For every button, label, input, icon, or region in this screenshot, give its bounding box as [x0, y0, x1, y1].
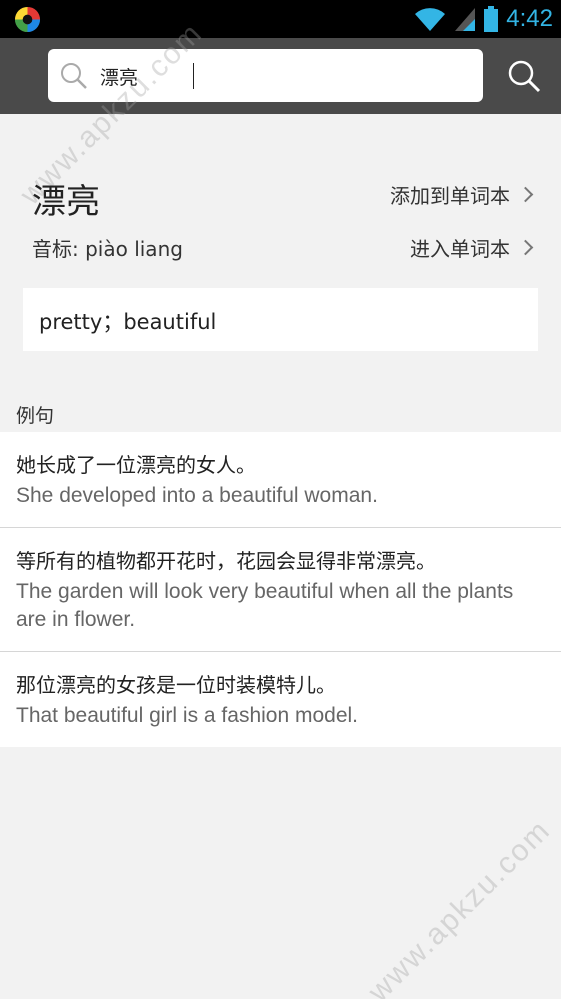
search-button[interactable]	[507, 59, 541, 93]
open-wordbook-link[interactable]: 进入单词本	[410, 233, 534, 262]
example-english: The garden will look very beautiful when…	[16, 580, 514, 631]
clock: 4:42	[506, 5, 553, 32]
example-chinese: 那位漂亮的女孩是一位时装模特儿。	[16, 673, 336, 697]
definition-text: pretty；beautiful	[39, 310, 217, 334]
chevron-right-icon	[517, 239, 534, 256]
text-cursor	[193, 63, 194, 89]
add-to-wordbook-link[interactable]: 添加到单词本	[390, 180, 534, 209]
status-bar: 4:42	[0, 0, 561, 38]
wifi-icon	[415, 8, 446, 32]
example-chinese: 她长成了一位漂亮的女人。	[16, 453, 256, 477]
add-to-wordbook-label: 添加到单词本	[390, 184, 510, 208]
example-english: She developed into a beautiful woman.	[16, 484, 378, 507]
examples-list: 她长成了一位漂亮的女人。 She developed into a beauti…	[0, 432, 561, 747]
battery-icon	[484, 6, 499, 32]
signal-icon	[455, 8, 476, 31]
example-item[interactable]: 她长成了一位漂亮的女人。 She developed into a beauti…	[0, 432, 561, 528]
word-title: 漂亮	[32, 182, 100, 222]
open-wordbook-label: 进入单词本	[410, 237, 510, 261]
search-bar	[0, 38, 561, 114]
watermark-bottom: www.apkzu.com	[362, 813, 557, 999]
phonetic: 音标: piào liang	[32, 237, 183, 261]
example-chinese: 等所有的植物都开花时，花园会显得非常漂亮。	[16, 549, 436, 573]
search-icon	[61, 63, 87, 89]
app-logo-icon	[14, 6, 41, 33]
example-item[interactable]: 等所有的植物都开花时，花园会显得非常漂亮。 The garden will lo…	[0, 528, 561, 652]
chevron-right-icon	[517, 186, 534, 203]
definition-card: pretty；beautiful	[23, 288, 538, 351]
examples-header: 例句	[16, 405, 55, 427]
example-english: That beautiful girl is a fashion model.	[16, 704, 359, 727]
example-item[interactable]: 那位漂亮的女孩是一位时装模特儿。 That beautiful girl is …	[0, 652, 561, 747]
